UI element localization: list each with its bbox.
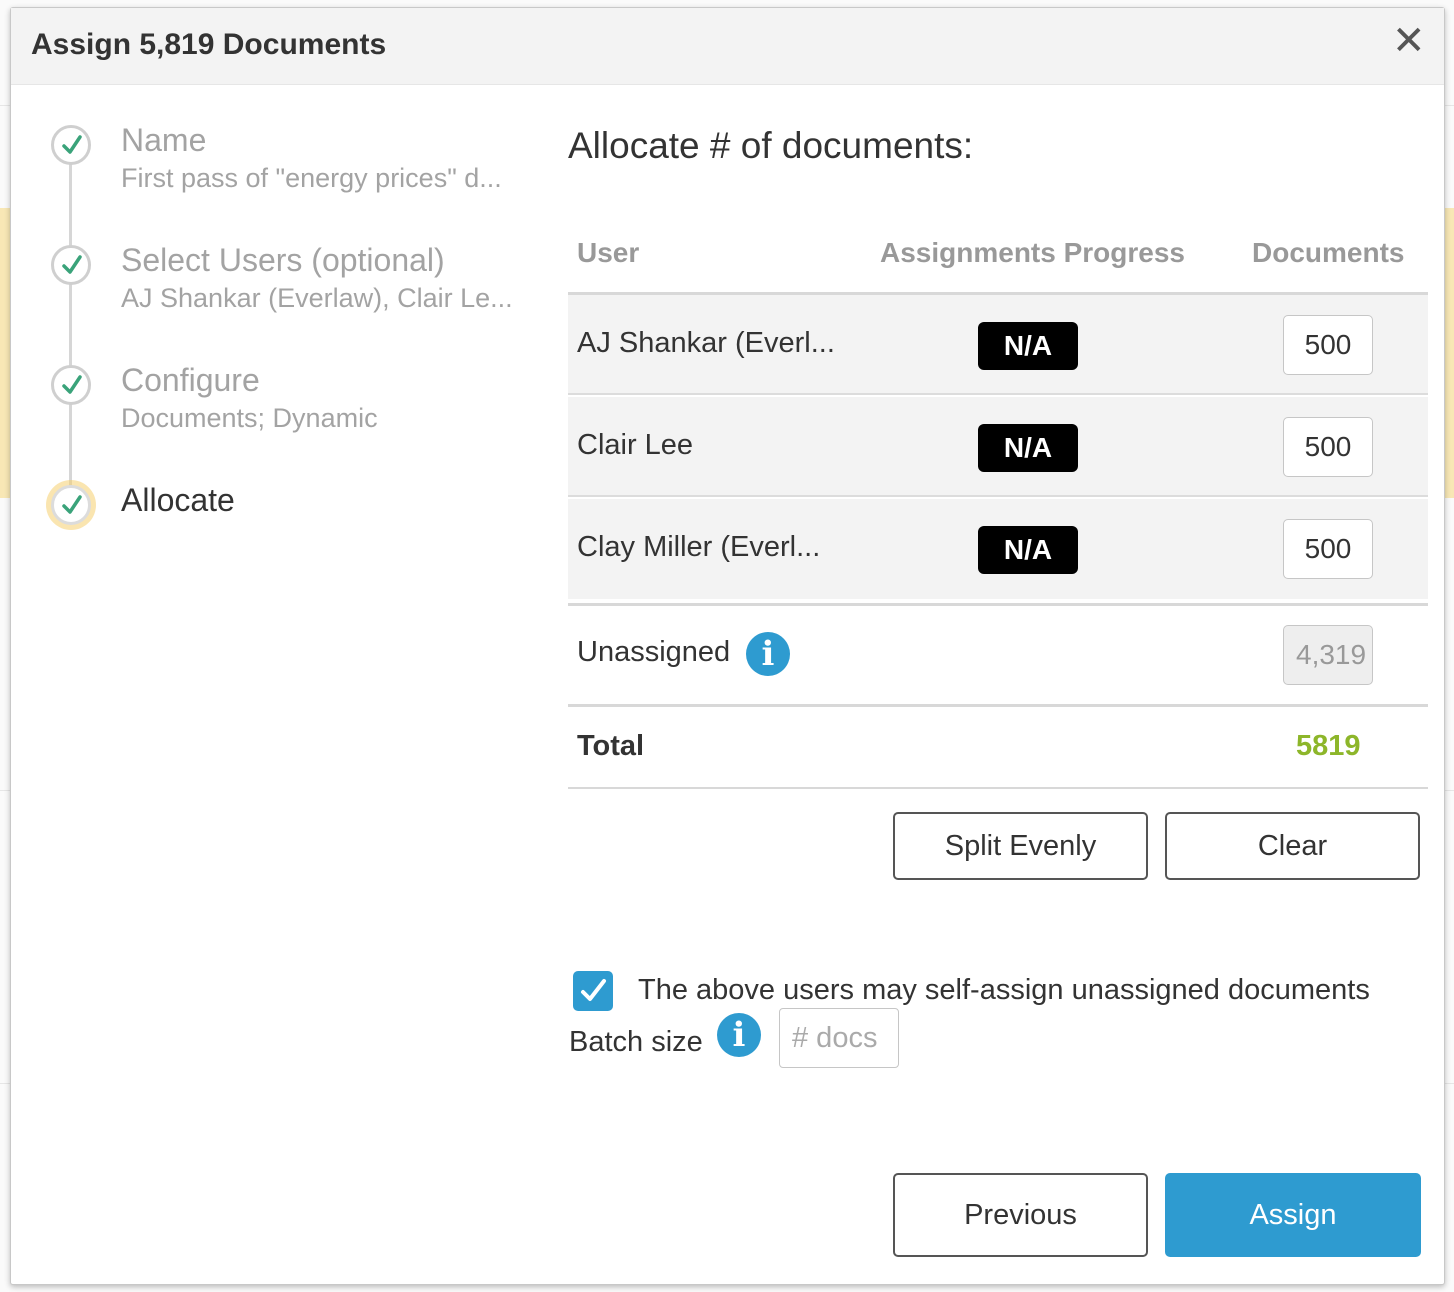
table-row: Clair Lee N/A: [568, 397, 1428, 497]
split-evenly-button[interactable]: Split Evenly: [893, 812, 1148, 880]
total-row: Total 5819: [568, 707, 1428, 789]
info-icon[interactable]: i: [746, 632, 790, 676]
close-icon[interactable]: ✕: [1392, 21, 1426, 61]
documents-input[interactable]: [1283, 519, 1373, 579]
user-name: AJ Shankar (Everl...: [577, 327, 835, 359]
wizard-stepper: Name First pass of "energy prices" d... …: [11, 85, 551, 545]
column-header-documents: Documents: [1252, 237, 1405, 268]
user-name: Clay Miller (Everl...: [577, 531, 821, 563]
step-subtitle: First pass of "energy prices" d...: [121, 163, 502, 193]
batch-size-input[interactable]: [779, 1008, 899, 1068]
clear-button[interactable]: Clear: [1165, 812, 1420, 880]
assign-documents-modal: Assign 5,819 Documents ✕ Name First pass…: [10, 7, 1445, 1285]
self-assign-label[interactable]: The above users may self-assign unassign…: [638, 974, 1370, 1007]
total-label: Total: [577, 730, 645, 762]
progress-badge: N/A: [978, 424, 1078, 472]
step-check-icon: [51, 245, 91, 285]
step-check-icon: [51, 485, 91, 525]
previous-button[interactable]: Previous: [893, 1173, 1148, 1257]
info-icon[interactable]: i: [717, 1013, 761, 1057]
step-subtitle: AJ Shankar (Everlaw), Clair Le...: [121, 283, 513, 313]
step-subtitle: Documents; Dynamic: [121, 403, 378, 433]
user-name: Clair Lee: [577, 429, 694, 461]
progress-badge: N/A: [978, 322, 1078, 370]
assign-button[interactable]: Assign: [1165, 1173, 1421, 1257]
modal-header: Assign 5,819 Documents ✕: [11, 8, 1444, 85]
progress-badge: N/A: [978, 526, 1078, 574]
unassigned-label: Unassigned: [577, 636, 731, 668]
step-title: Configure: [121, 362, 260, 398]
stepper-line: [69, 147, 72, 503]
step-title: Select Users (optional): [121, 242, 445, 278]
unassigned-row: Unassigned i: [568, 603, 1428, 707]
documents-input[interactable]: [1283, 315, 1373, 375]
column-header-progress: Assignments Progress: [880, 237, 1185, 268]
step-title: Name: [121, 122, 207, 158]
unassigned-input: [1283, 625, 1373, 685]
step-title: Allocate: [121, 482, 235, 518]
background-highlight-right: [1444, 208, 1454, 498]
column-header-user: User: [577, 237, 640, 268]
modal-title: Assign 5,819 Documents: [31, 28, 387, 61]
documents-input[interactable]: [1283, 417, 1373, 477]
total-value: 5819: [1296, 730, 1361, 762]
step-check-icon: [51, 365, 91, 405]
table-row: Clay Miller (Everl... N/A: [568, 499, 1428, 599]
step-check-icon: [51, 125, 91, 165]
section-title: Allocate # of documents:: [568, 125, 974, 166]
table-row: AJ Shankar (Everl... N/A: [568, 295, 1428, 395]
self-assign-checkbox[interactable]: [573, 971, 613, 1011]
batch-size-label: Batch size: [569, 1026, 703, 1058]
